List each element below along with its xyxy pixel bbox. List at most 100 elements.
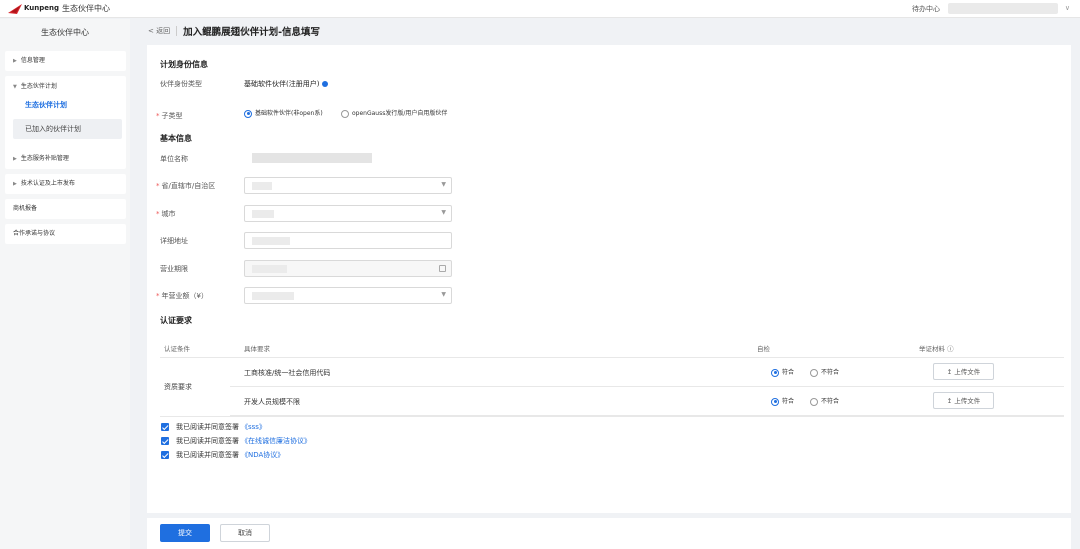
sidebar-title: 生态伙伴中心 xyxy=(41,28,89,37)
province-label-text: 省/直辖市/自治区 xyxy=(161,182,216,190)
chevron-down-icon: ▼ xyxy=(441,209,446,216)
revenue-label: * 年营业额（¥） xyxy=(156,291,208,301)
radio-option-no[interactable]: 不符合 xyxy=(810,367,839,377)
sidebar-group-partner-plan: ▼ 生态伙伴计划 生态伙伴计划 已加入的伙伴计划 xyxy=(5,76,126,160)
submit-button[interactable]: 提交 xyxy=(160,524,210,542)
caret-right-icon: ▶ xyxy=(13,58,17,64)
chevron-down-icon: ▼ xyxy=(441,181,446,188)
province-value xyxy=(252,182,272,190)
requirement-text: 开发人员规模不限 xyxy=(244,398,300,406)
breadcrumb: < 返回 加入鲲鹏展翅伙伴计划-信息填写 xyxy=(148,20,320,42)
company-name-label: 单位名称 xyxy=(160,155,188,163)
sidebar-item-label: 商机报备 xyxy=(13,205,38,212)
form-footer: 提交 取消 xyxy=(147,518,1071,549)
section-title-basic: 基本信息 xyxy=(160,134,192,143)
city-select[interactable]: ▼ xyxy=(244,205,452,222)
required-asterisk-icon: * xyxy=(156,112,160,120)
company-name-value xyxy=(252,153,372,163)
agreement-checkbox-nda[interactable]: 我已阅读并同意签署 《NDA协议》 xyxy=(161,450,284,460)
radio-checked-icon[interactable] xyxy=(244,109,252,118)
calendar-icon[interactable] xyxy=(439,265,446,272)
business-term-date-picker[interactable] xyxy=(244,260,452,277)
agreement-checkbox-integrity[interactable]: 我已阅读并同意签署 《在线诚信廉洁协议》 xyxy=(161,436,311,446)
form-card: 计划身份信息 伙伴身份类型 基础软件伙伴(注册用户) * 子类型 基础软件伙伴(非… xyxy=(147,45,1071,513)
kunpeng-logo-icon xyxy=(8,4,22,14)
sidebar-item-label: 技术认证及上市发布 xyxy=(20,180,75,187)
radio-unchecked-icon[interactable] xyxy=(341,109,349,118)
upload-file-button[interactable]: ↥ 上传文件 xyxy=(933,363,994,380)
column-header-condition: 认证条件 xyxy=(164,345,190,353)
info-icon[interactable] xyxy=(322,81,329,87)
subtype-option-non-open[interactable]: 基础软件伙伴(非open系) xyxy=(244,108,323,118)
caret-down-icon: ▼ xyxy=(13,84,17,90)
sidebar-item-partner-plan[interactable]: ▼ 生态伙伴计划 xyxy=(13,81,57,90)
agreement-text: 我已阅读并同意签署 xyxy=(176,423,239,431)
divider xyxy=(176,26,178,36)
city-value xyxy=(252,210,274,218)
brand-name: Kunpeng xyxy=(24,4,60,12)
group-label-qualification: 资质要求 xyxy=(164,383,192,391)
user-account-menu[interactable] xyxy=(948,3,1058,14)
sidebar-item-label: 生态服务补贴管理 xyxy=(20,155,69,162)
agreement-text: 我已阅读并同意签署 xyxy=(176,451,239,459)
radio-option-yes[interactable]: 符合 xyxy=(771,396,794,406)
city-label-text: 城市 xyxy=(161,210,176,218)
app-title: 生态伙伴中心 xyxy=(62,4,110,13)
radio-label: 基础软件伙伴(非open系) xyxy=(255,110,323,117)
radio-checked-icon[interactable] xyxy=(771,397,779,406)
business-term-value xyxy=(252,265,287,273)
radio-option-yes[interactable]: 符合 xyxy=(771,367,794,377)
partner-type-label: 伙伴身份类型 xyxy=(160,80,202,88)
agreement-checkbox-sss[interactable]: 我已阅读并同意签署 《sss》 xyxy=(161,422,266,432)
required-asterisk-icon: * xyxy=(156,210,160,218)
agreement-link-sss[interactable]: 《sss》 xyxy=(241,422,266,432)
caret-right-icon: ▶ xyxy=(13,156,17,162)
agreement-text: 我已阅读并同意签署 xyxy=(176,437,239,445)
province-label: * 省/直辖市/自治区 xyxy=(156,181,215,191)
required-asterisk-icon: * xyxy=(156,292,160,300)
subtype-label: * 子类型 xyxy=(156,111,183,121)
partner-type-text: 基础软件伙伴(注册用户) xyxy=(244,80,320,88)
address-label: 详细地址 xyxy=(160,237,188,245)
address-value xyxy=(252,237,290,245)
chevron-down-icon[interactable]: ∨ xyxy=(1065,4,1070,12)
back-link[interactable]: < 返回 xyxy=(148,26,170,36)
radio-label: 符合 xyxy=(782,369,795,376)
radio-option-no[interactable]: 不符合 xyxy=(810,396,839,406)
address-input[interactable] xyxy=(244,232,452,249)
radio-unchecked-icon[interactable] xyxy=(810,397,819,406)
sidebar-item-agreements[interactable]: 合作承诺与协议 xyxy=(5,224,126,244)
subtype-option-opengauss[interactable]: openGauss发行版/用户自用版伙伴 xyxy=(341,108,447,118)
sidebar-item-label: 生态伙伴计划 xyxy=(20,83,57,90)
sidebar-item-subsidy[interactable]: ▶ 生态服务补贴管理 xyxy=(5,149,126,169)
sidebar-subitem-partner-plan[interactable]: 生态伙伴计划 xyxy=(13,95,122,115)
column-header-requirement: 具体要求 xyxy=(244,345,270,353)
checkbox-checked-icon[interactable] xyxy=(161,437,169,445)
table-bottom-divider xyxy=(160,416,1064,417)
sidebar-item-opportunity[interactable]: 商机报备 xyxy=(5,199,126,219)
page-title: 加入鲲鹏展翅伙伴计划-信息填写 xyxy=(183,27,321,38)
revenue-select[interactable]: ▼ xyxy=(244,287,452,304)
radio-label: 符合 xyxy=(782,398,795,405)
revenue-value xyxy=(252,292,294,300)
radio-unchecked-icon[interactable] xyxy=(810,368,819,377)
radio-checked-icon[interactable] xyxy=(771,368,779,377)
upload-file-button[interactable]: ↥ 上传文件 xyxy=(933,392,994,409)
checkbox-checked-icon[interactable] xyxy=(161,423,169,431)
selfcheck-radio-group: 符合 不符合 xyxy=(771,367,839,377)
sidebar-subitem-joined-plans[interactable]: 已加入的伙伴计划 xyxy=(13,119,122,139)
section-title-cert: 认证要求 xyxy=(160,316,192,325)
radio-label: openGauss发行版/用户自用版伙伴 xyxy=(352,110,448,117)
upload-label: 上传文件 xyxy=(954,397,981,405)
todo-center-link[interactable]: 待办中心 xyxy=(912,4,940,14)
cancel-button[interactable]: 取消 xyxy=(220,524,270,542)
province-select[interactable]: ▼ xyxy=(244,177,452,194)
sidebar-item-label: 信息管理 xyxy=(20,57,45,64)
agreement-link-integrity[interactable]: 《在线诚信廉洁协议》 xyxy=(241,436,311,446)
sidebar-item-certification[interactable]: ▶ 技术认证及上市发布 xyxy=(5,174,126,194)
city-label: * 城市 xyxy=(156,209,176,219)
sidebar-item-info-management[interactable]: ▶ 信息管理 xyxy=(5,51,126,71)
required-asterisk-icon: * xyxy=(156,182,160,190)
agreement-link-nda[interactable]: 《NDA协议》 xyxy=(241,450,284,460)
checkbox-checked-icon[interactable] xyxy=(161,451,169,459)
